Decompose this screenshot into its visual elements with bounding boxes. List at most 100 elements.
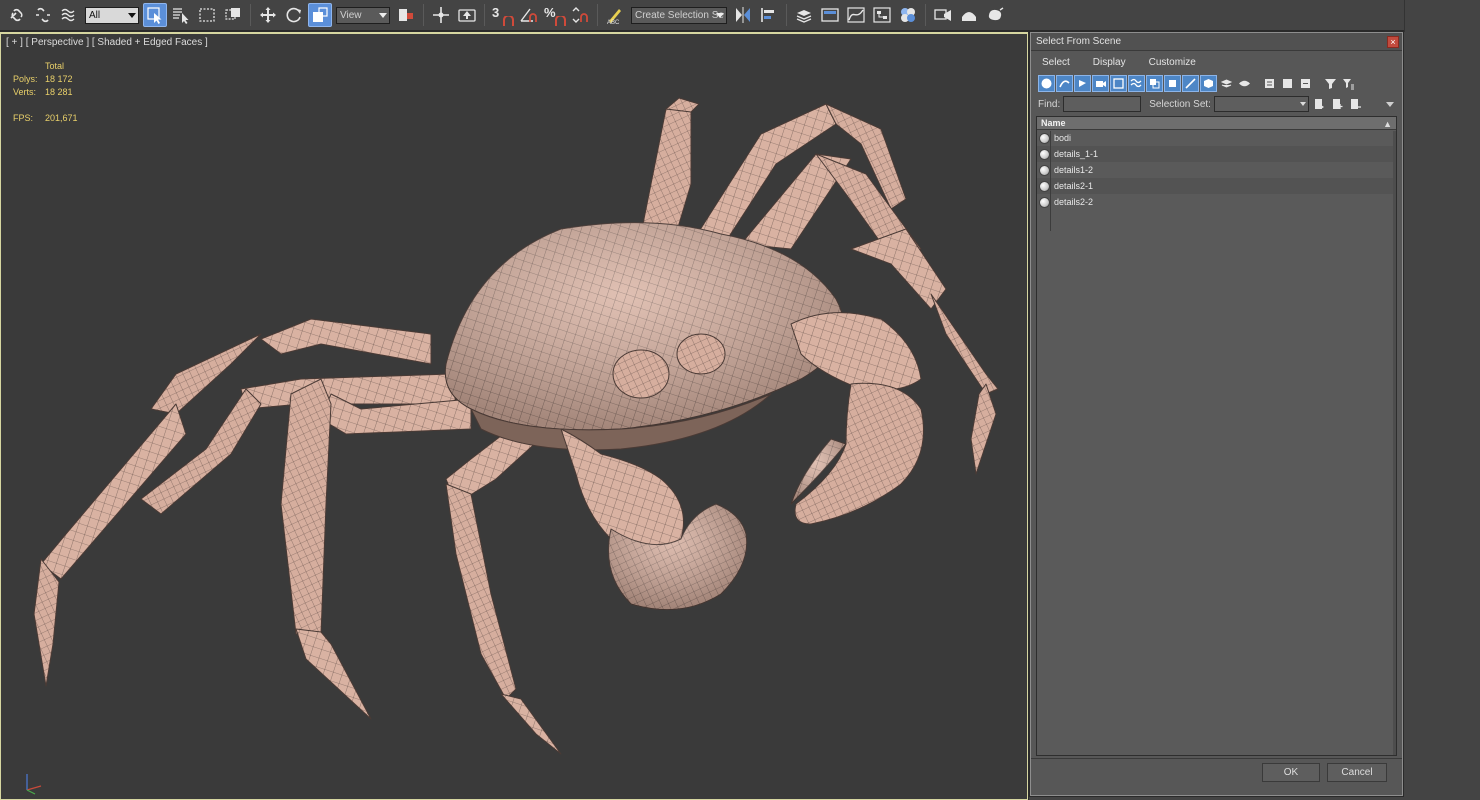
keyboard-shortcut-override-icon[interactable] [455,3,479,27]
menu-select[interactable]: Select [1039,55,1073,70]
crab-mesh-render [33,97,999,755]
geometry-object-icon [1039,196,1050,208]
reference-coordinate-dropdown[interactable]: View [336,6,390,24]
dialog-title-bar[interactable]: Select From Scene × [1031,33,1402,51]
selection-filter-value: All [89,9,101,21]
chevron-down-icon [128,12,136,18]
remove-from-selection-set-icon[interactable] [1348,97,1363,112]
close-icon[interactable]: × [1387,36,1399,48]
toggle-ribbon-icon[interactable] [818,3,842,27]
unlink-selection-icon[interactable] [31,3,55,27]
selection-filter-dropdown[interactable]: All [85,6,139,24]
geometry-object-icon [1039,180,1050,192]
layer-manager-icon[interactable] [792,3,816,27]
object-name: details_1-1 [1054,149,1099,159]
select-and-move-icon[interactable] [256,3,280,27]
schematic-view-icon[interactable] [870,3,894,27]
add-to-selection-set-icon[interactable] [1330,97,1345,112]
expand-chevron-icon[interactable] [1386,102,1394,107]
display-bones-icon[interactable] [1182,74,1199,92]
display-helpers-icon[interactable] [1110,74,1127,92]
select-and-manipulate-icon[interactable] [429,3,453,27]
select-object-icon[interactable] [143,3,167,27]
rectangular-selection-icon[interactable] [195,3,219,27]
toolbar-separator [925,4,926,26]
dialog-footer: OK Cancel [1031,758,1402,795]
create-selection-set-icon[interactable] [1312,97,1327,112]
verts-label: Verts: [13,87,37,97]
material-editor-icon[interactable] [896,3,920,27]
chevron-down-icon [1299,102,1306,106]
select-by-name-icon[interactable] [169,3,193,27]
display-geometry-icon[interactable] [1038,74,1055,92]
snaps-toggle-icon[interactable]: 3 [490,3,514,27]
bind-to-space-warp-icon[interactable] [57,3,81,27]
rendered-frame-window-icon[interactable] [957,3,981,27]
list-item[interactable]: details2-2 [1037,194,1396,210]
object-name: details2-1 [1054,181,1094,191]
align-icon[interactable] [757,3,781,27]
viewport-label[interactable]: [ + ] [ Perspective ] [ Shaded + Edged F… [6,37,208,48]
render-setup-icon[interactable] [931,3,955,27]
reference-coordinate-value: View [340,9,362,21]
polys-value: 18 172 [45,74,73,84]
pivot-center-icon[interactable] [394,3,418,27]
display-cameras-icon[interactable] [1092,74,1109,92]
window-crossing-icon[interactable] [221,3,245,27]
named-selection-value: Create Selection Se [635,9,724,21]
stats-header: Total [45,61,65,71]
display-space-warps-icon[interactable] [1128,74,1145,92]
display-hidden-icon[interactable] [1236,75,1253,92]
display-frozen-icon[interactable] [1218,75,1235,92]
spinner-snap-icon[interactable] [568,3,592,27]
display-lights-icon[interactable] [1074,74,1091,92]
display-containers-icon[interactable] [1200,74,1217,92]
name-column-label: Name [1041,118,1066,128]
mirror-icon[interactable] [731,3,755,27]
menu-display[interactable]: Display [1090,55,1129,70]
axis-tripod-icon [26,774,42,795]
toolbar-separator [423,4,424,26]
render-production-icon[interactable] [983,3,1007,27]
find-row: Find: Selection Set: [1031,93,1402,115]
ok-button[interactable]: OK [1262,763,1320,782]
dialog-toolbar [1031,73,1402,93]
list-scrollbar[interactable] [1393,131,1396,755]
filter-icon[interactable] [1322,75,1339,92]
find-input[interactable] [1063,96,1142,112]
select-and-scale-icon[interactable] [308,3,332,27]
percent-snap-icon[interactable]: % [542,3,566,27]
list-item[interactable]: bodi [1037,130,1396,146]
object-name: bodi [1054,133,1072,143]
named-selection-dropdown[interactable]: Create Selection Se [631,6,727,24]
selection-set-label: Selection Set: [1149,98,1211,110]
select-and-link-icon[interactable] [5,3,29,27]
list-item[interactable]: details2-1 [1037,178,1396,194]
menu-customize[interactable]: Customize [1146,55,1199,70]
filter-options-icon[interactable] [1340,75,1357,92]
selection-set-dropdown[interactable] [1213,96,1309,112]
select-all-icon[interactable] [1261,75,1278,92]
scene-object-list: Name ▲ bodi details_1-1 details1-2 detai… [1036,116,1397,756]
perspective-viewport[interactable]: [ + ] [ Perspective ] [ Shaded + Edged F… [0,32,1028,800]
select-none-icon[interactable] [1279,75,1296,92]
list-item[interactable]: details1-2 [1037,162,1396,178]
display-shapes-icon[interactable] [1056,74,1073,92]
name-column-header[interactable]: Name ▲ [1037,117,1396,130]
3ds-max-window: All View 3 % ABC Create Selection Se [+… [0,0,1480,800]
display-groups-icon[interactable] [1146,74,1163,92]
select-and-rotate-icon[interactable] [282,3,306,27]
svg-text:ABC: ABC [607,20,620,25]
select-invert-icon[interactable] [1297,75,1314,92]
display-xrefs-icon[interactable] [1164,74,1181,92]
select-from-scene-dialog: Select From Scene × Select Display Custo… [1030,32,1403,796]
list-item[interactable]: details_1-1 [1037,146,1396,162]
find-label: Find: [1038,98,1061,110]
chevron-down-icon [716,12,724,18]
toolbar-separator [786,4,787,26]
curve-editor-icon[interactable] [844,3,868,27]
angle-snap-icon[interactable] [516,3,540,27]
snap-dimension-label: 3 [492,5,500,20]
cancel-button[interactable]: Cancel [1327,763,1387,782]
edit-named-selection-icon[interactable]: ABC [603,3,627,27]
